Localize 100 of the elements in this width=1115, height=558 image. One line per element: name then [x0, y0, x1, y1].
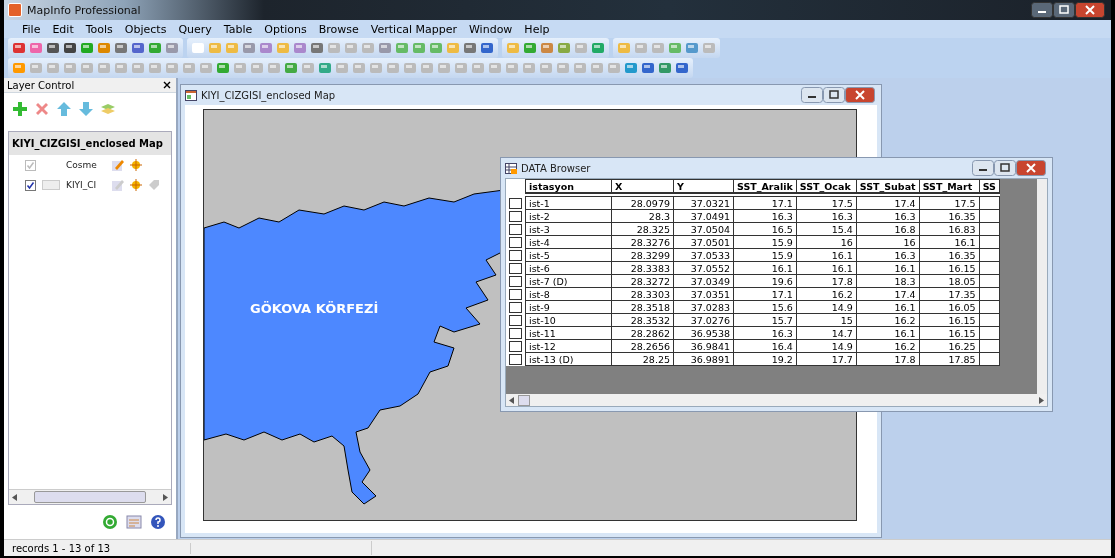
- down-arrow-icon[interactable]: [78, 101, 94, 117]
- table-cell: 17.4: [856, 287, 920, 301]
- column-header[interactable]: SST_Mart: [919, 179, 980, 193]
- table-cell: 16.8: [856, 222, 920, 236]
- up-arrow-icon[interactable]: [56, 101, 72, 117]
- table-cell: 15.4: [796, 222, 857, 236]
- table-cell: 37.0276: [673, 313, 734, 327]
- list-icon[interactable]: [126, 514, 142, 530]
- map-title[interactable]: KIYI_CIZGISI_enclosed Map: [9, 132, 171, 155]
- table-cell: 28.3532: [611, 313, 674, 327]
- row-checkbox[interactable]: [509, 327, 522, 339]
- tag-icon[interactable]: [148, 179, 160, 191]
- row-checkbox[interactable]: [509, 353, 522, 365]
- table-cell: 37.0321: [673, 196, 734, 210]
- menu-item[interactable]: Objects: [118, 22, 173, 36]
- table-cell: 37.0283: [673, 300, 734, 314]
- row-checkbox[interactable]: [509, 223, 522, 235]
- vertical-scrollbar[interactable]: [1037, 179, 1047, 394]
- tool-icon[interactable]: [310, 41, 324, 55]
- tool-icon[interactable]: [12, 41, 26, 55]
- tool-icon[interactable]: [641, 61, 655, 75]
- table-cell: 16.83: [919, 222, 980, 236]
- row-checkbox[interactable]: [509, 197, 522, 209]
- minimize-icon[interactable]: [972, 160, 994, 176]
- column-header[interactable]: SST_Ocak: [796, 179, 857, 193]
- edit-icon[interactable]: [112, 159, 124, 171]
- tool-icon[interactable]: [480, 41, 494, 55]
- close-icon[interactable]: [1075, 2, 1105, 18]
- menu-item[interactable]: Edit: [46, 22, 80, 36]
- menu-item[interactable]: Vertical Mapper: [364, 22, 463, 36]
- row-checkbox[interactable]: [509, 275, 522, 287]
- right-arrow-icon[interactable]: [163, 493, 168, 501]
- table-cell: ist-11: [525, 326, 612, 340]
- layer-checkbox[interactable]: [25, 179, 36, 191]
- column-header[interactable]: Y: [673, 179, 734, 193]
- restore-icon[interactable]: [994, 160, 1016, 176]
- left-arrow-icon[interactable]: [12, 493, 17, 501]
- row-checkbox[interactable]: [509, 210, 522, 222]
- tool-icon[interactable]: [63, 41, 77, 55]
- window-title: MapInfo Professional: [27, 3, 141, 17]
- help-icon[interactable]: [150, 514, 166, 530]
- remove-icon[interactable]: [34, 101, 50, 117]
- table-cell: 16.3: [796, 209, 857, 223]
- row-checkbox[interactable]: [509, 314, 522, 326]
- column-header[interactable]: SS: [979, 179, 1000, 193]
- menu-item[interactable]: Tools: [79, 22, 119, 36]
- table-cell: 28.25: [611, 352, 674, 366]
- left-arrow-icon[interactable]: [509, 396, 514, 404]
- layers-icon[interactable]: [100, 101, 116, 117]
- menu-item[interactable]: Help: [518, 22, 556, 36]
- table-cell: 37.0552: [673, 261, 734, 275]
- table-cell: 28.0979: [611, 196, 674, 210]
- row-checkbox[interactable]: [509, 249, 522, 261]
- scroll-thumb[interactable]: [34, 491, 146, 503]
- edit-icon[interactable]: [112, 179, 124, 191]
- restore-icon[interactable]: [1053, 2, 1075, 18]
- table-cell: 16.1: [796, 261, 857, 275]
- minimize-icon[interactable]: [1031, 2, 1053, 18]
- table-cell: 16.2: [856, 339, 920, 353]
- table-cell: ist-10: [525, 313, 612, 327]
- tool-icon[interactable]: [114, 41, 128, 55]
- column-header[interactable]: istasyon: [525, 179, 612, 193]
- menu-item[interactable]: Window: [463, 22, 519, 36]
- horizontal-scrollbar[interactable]: [506, 394, 1047, 406]
- tool-icon[interactable]: [46, 41, 60, 55]
- table-cell: 16.3: [733, 326, 797, 340]
- row-checkbox[interactable]: [509, 288, 522, 300]
- minimize-icon[interactable]: [801, 87, 823, 103]
- tool-icon[interactable]: [675, 61, 689, 75]
- table-cell: 16.15: [919, 313, 980, 327]
- menu-item[interactable]: File: [16, 22, 47, 36]
- menu-item[interactable]: Table: [217, 22, 259, 36]
- table-cell: 17.8: [856, 352, 920, 366]
- table-cell: 16.05: [919, 300, 980, 314]
- table-cell: 15.7: [733, 313, 797, 327]
- menu-item[interactable]: Options: [258, 22, 313, 36]
- table-cell: 16.15: [919, 326, 980, 340]
- row-checkbox[interactable]: [509, 262, 522, 274]
- horizontal-scrollbar[interactable]: [9, 489, 171, 504]
- restore-icon[interactable]: [823, 87, 845, 103]
- tool-icon[interactable]: [463, 41, 477, 55]
- row-checkbox[interactable]: [509, 236, 522, 248]
- table-cell: ist-12: [525, 339, 612, 353]
- table-cell: 16.15: [919, 261, 980, 275]
- row-checkbox[interactable]: [509, 301, 522, 313]
- tool-icon[interactable]: [131, 41, 145, 55]
- close-icon[interactable]: [163, 81, 171, 89]
- table-cell: 16: [856, 235, 920, 249]
- table-cell: 28.3518: [611, 300, 674, 314]
- scroll-thumb[interactable]: [518, 394, 530, 406]
- add-icon[interactable]: [12, 101, 28, 117]
- column-header[interactable]: SST_Subat: [856, 179, 920, 193]
- layer-name[interactable]: KIYI_CI: [66, 180, 106, 190]
- row-checkbox[interactable]: [509, 340, 522, 352]
- menu-item[interactable]: Browse: [312, 22, 365, 36]
- table-cell: 28.3276: [611, 235, 674, 249]
- column-header[interactable]: X: [611, 179, 674, 193]
- menu-item[interactable]: Query: [172, 22, 218, 36]
- column-header[interactable]: SST_Aralik: [733, 179, 797, 193]
- right-arrow-icon[interactable]: [1039, 396, 1044, 404]
